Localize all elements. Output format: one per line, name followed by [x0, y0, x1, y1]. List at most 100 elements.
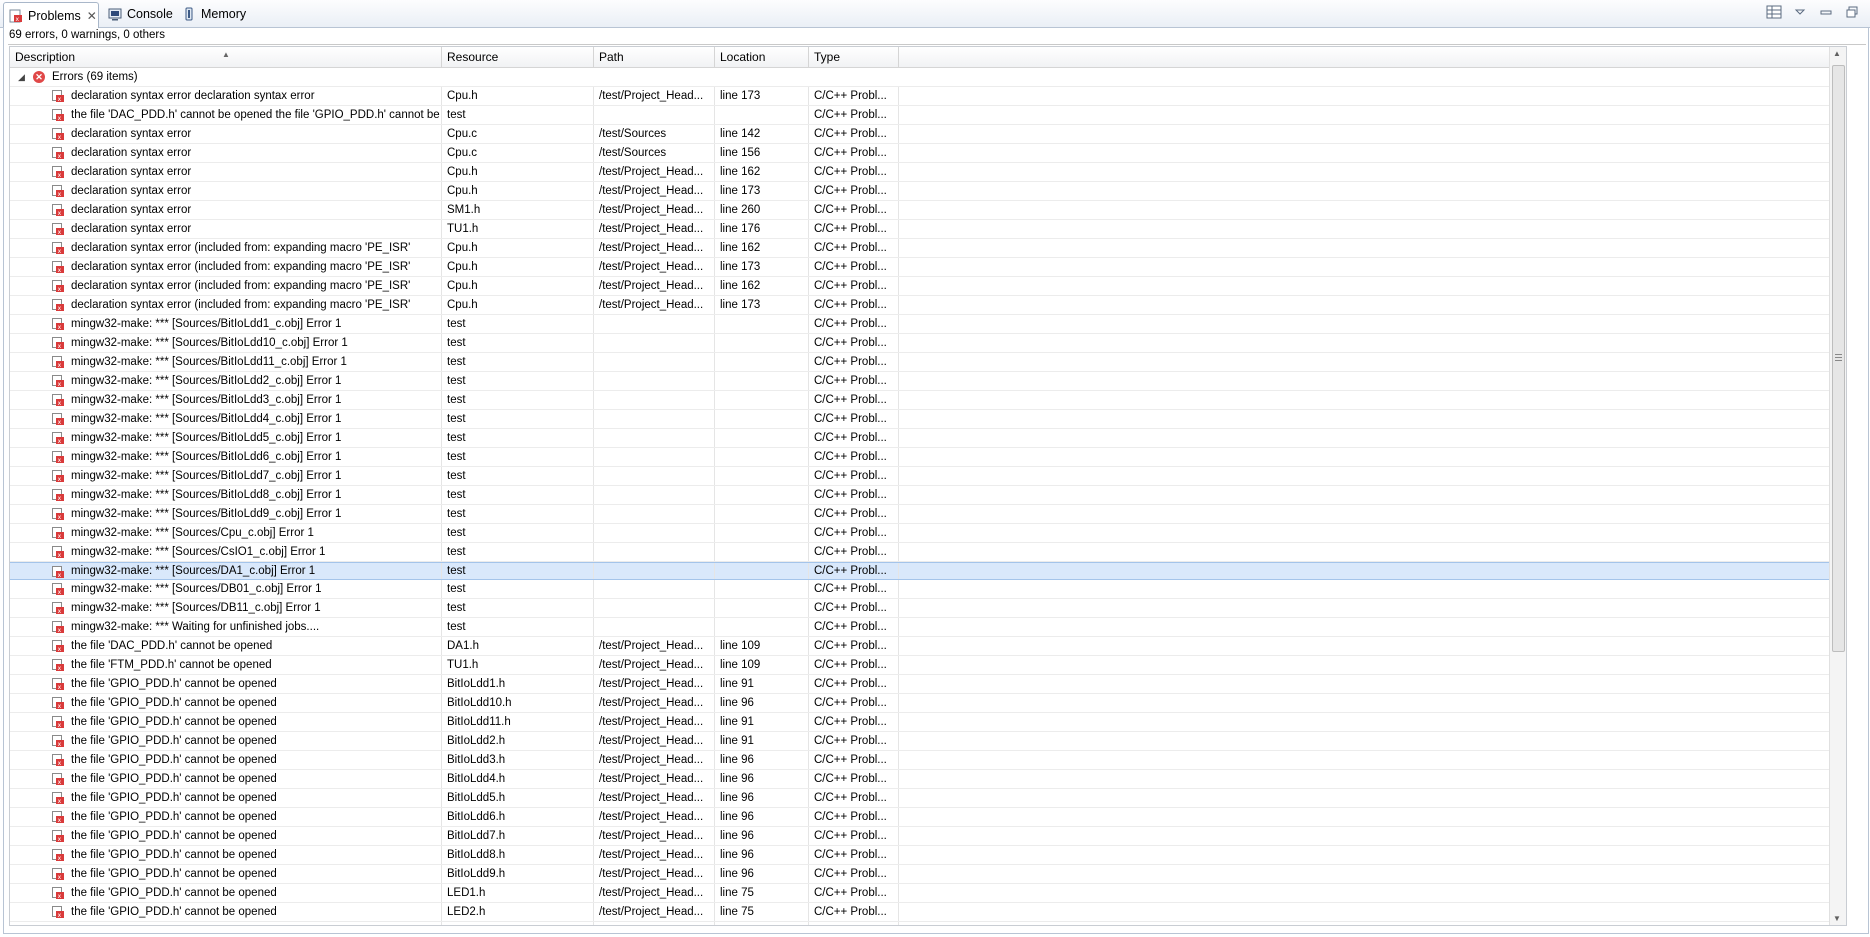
table-row[interactable]: x mingw32-make: *** [Sources/BitIoLdd8_c.…	[10, 486, 1846, 505]
cell-type: C/C++ Probl...	[809, 239, 899, 257]
cell-location: line 91	[715, 732, 809, 750]
table-row[interactable]: x the file 'GPIO_PDD.h' cannot be opened B…	[10, 770, 1846, 789]
problems-summary: 69 errors, 0 warnings, 0 others	[9, 29, 165, 41]
error-marker-icon: x	[52, 508, 64, 521]
table-row[interactable]: x the file 'GPIO_PDD.h' cannot be opened B…	[10, 865, 1846, 884]
problem-description: the file 'GPIO_PDD.h' cannot be opened	[71, 678, 277, 690]
table-row[interactable]: x the file 'GPIO_PDD.h' cannot be opened B…	[10, 675, 1846, 694]
cell-path	[594, 543, 715, 561]
error-marker-icon: x	[52, 128, 64, 141]
tab-console-label: Console	[127, 7, 173, 21]
table-row[interactable]: x the file 'GPIO_PDD.h' cannot be opened B…	[10, 846, 1846, 865]
table-row[interactable]: x the file 'DAC_PDD.h' cannot be opened t…	[10, 106, 1846, 125]
table-row[interactable]: x mingw32-make: *** Waiting for unfinishe…	[10, 618, 1846, 637]
tab-console[interactable]: Console	[108, 2, 178, 26]
minimize-icon[interactable]	[1818, 4, 1834, 20]
cell-type: C/C++ Probl...	[809, 448, 899, 466]
problem-description: the file 'GPIO_PDD.h' cannot be opened	[71, 868, 277, 880]
collapse-icon[interactable]: ◢	[18, 68, 25, 86]
cell-description: x declaration syntax error (included from…	[10, 277, 442, 295]
maximize-icon[interactable]	[1844, 4, 1860, 20]
cell-type: C/C++ Probl...	[809, 751, 899, 769]
svg-text:x: x	[16, 16, 20, 23]
column-header-description[interactable]: Description ▲	[10, 47, 442, 67]
table-row[interactable]: x declaration syntax error Cpu.c/test/Sour…	[10, 125, 1846, 144]
table-row[interactable]: x the file 'GPIO_PDD.h' cannot be opened B…	[10, 713, 1846, 732]
table-row[interactable]: x the file 'DAC_PDD.h' cannot be opened DA…	[10, 637, 1846, 656]
table-row[interactable]: x mingw32-make: *** [Sources/BitIoLdd2_c.…	[10, 372, 1846, 391]
table-row[interactable]: x the file 'GPIO_PDD.h' cannot be opened B…	[10, 808, 1846, 827]
table-row[interactable]: x declaration syntax error (included from…	[10, 277, 1846, 296]
table-row[interactable]: x declaration syntax error Cpu.h/test/Proj…	[10, 163, 1846, 182]
table-row[interactable]: x declaration syntax error Cpu.c/test/Sour…	[10, 144, 1846, 163]
table-row[interactable]: x the file 'GPIO_PDD.h' cannot be opened B…	[10, 789, 1846, 808]
error-group-label: Errors (69 items)	[52, 71, 138, 83]
table-row[interactable]: x the file 'GPIO_PDD.h' cannot be opened B…	[10, 827, 1846, 846]
cell-description: x mingw32-make: *** [Sources/BitIoLdd10_c…	[10, 334, 442, 352]
error-marker-icon: x	[52, 356, 64, 369]
cell-type: C/C++ Probl...	[809, 258, 899, 276]
table-row[interactable]: x mingw32-make: *** [Sources/BitIoLdd4_c.…	[10, 410, 1846, 429]
scroll-down-icon[interactable]: ▼	[1833, 914, 1841, 923]
scroll-up-icon[interactable]: ▲	[1833, 49, 1841, 58]
tab-memory[interactable]: Memory	[182, 2, 257, 26]
table-row[interactable]: x mingw32-make: *** [Sources/DB11_c.obj] …	[10, 599, 1846, 618]
error-marker-icon: x	[52, 90, 64, 103]
table-row[interactable]: x mingw32-make: *** [Sources/BitIoLdd6_c.…	[10, 448, 1846, 467]
table-row[interactable]: x mingw32-make: *** [Sources/BitIoLdd5_c.…	[10, 429, 1846, 448]
table-row[interactable]: x the file 'GPIO_PDD.h' cannot be opened B…	[10, 694, 1846, 713]
close-icon[interactable]: ✕	[87, 9, 97, 23]
column-header-type[interactable]: Type	[809, 47, 899, 67]
table-row[interactable]: x mingw32-make: *** [Sources/BitIoLdd7_c.…	[10, 467, 1846, 486]
cell-description: x mingw32-make: *** [Sources/DA1_c.obj] E…	[10, 563, 442, 579]
cell-resource: SM1.h	[442, 201, 594, 219]
table-row[interactable]: x declaration syntax error (included from…	[10, 239, 1846, 258]
problem-description: mingw32-make: *** [Sources/BitIoLdd11_c.…	[71, 356, 347, 368]
table-row[interactable]: x the file 'GPIO_PDD.h' cannot be opened B…	[10, 732, 1846, 751]
column-header-location[interactable]: Location	[715, 47, 809, 67]
table-row[interactable]: x the file 'FTM_PDD.h' cannot be opened TU…	[10, 656, 1846, 675]
error-marker-icon: x	[52, 413, 64, 426]
cell-resource: test	[442, 563, 594, 579]
scrollbar-thumb[interactable]	[1832, 65, 1845, 652]
table-row[interactable]: x the file 'GPIO_PDD.h' cannot be opened L…	[10, 884, 1846, 903]
table-row[interactable]: x mingw32-make: *** [Sources/BitIoLdd1_c.…	[10, 315, 1846, 334]
table-row[interactable]: x declaration syntax error Cpu.h/test/Proj…	[10, 182, 1846, 201]
view-menu-icon[interactable]	[1792, 4, 1808, 20]
table-row[interactable]: x mingw32-make: *** [Sources/BitIoLdd3_c.…	[10, 391, 1846, 410]
table-row[interactable]: x the file 'GPIO_PDD.h' cannot be opened L…	[10, 903, 1846, 922]
table-row[interactable]: x the file 'GPIO_PDD.h' cannot be opened B…	[10, 751, 1846, 770]
table-row[interactable]: x the file 'GPIO_PDD.h' cannot be opened L…	[10, 922, 1846, 925]
table-row[interactable]: x declaration syntax error TU1.h/test/Proj…	[10, 220, 1846, 239]
table-row[interactable]: x mingw32-make: *** [Sources/DB01_c.obj] …	[10, 580, 1846, 599]
error-marker-icon: x	[52, 602, 64, 615]
table-row[interactable]: x mingw32-make: *** [Sources/BitIoLdd9_c.…	[10, 505, 1846, 524]
table-row[interactable]: x mingw32-make: *** [Sources/BitIoLdd10_c…	[10, 334, 1846, 353]
problem-description: mingw32-make: *** [Sources/BitIoLdd7_c.o…	[71, 470, 342, 482]
column-header-path[interactable]: Path	[594, 47, 715, 67]
table-row[interactable]: x mingw32-make: *** [Sources/CsIO1_c.obj]…	[10, 543, 1846, 562]
error-group-row[interactable]: ◢ ✕ Errors (69 items)	[10, 68, 1846, 87]
table-row[interactable]: x mingw32-make: *** [Sources/BitIoLdd11_c…	[10, 353, 1846, 372]
problem-description: mingw32-make: *** [Sources/DB01_c.obj] E…	[71, 583, 322, 595]
table-row[interactable]: x declaration syntax error declaration sy…	[10, 87, 1846, 106]
cell-resource: test	[442, 334, 594, 352]
table-row[interactable]: x declaration syntax error (included from…	[10, 258, 1846, 277]
cell-location	[715, 372, 809, 390]
table-row[interactable]: x declaration syntax error SM1.h/test/Proj…	[10, 201, 1846, 220]
tab-problems[interactable]: x Problems ✕	[3, 2, 99, 28]
problems-table[interactable]: Description ▲ Resource Path Location Typ…	[9, 46, 1847, 926]
table-row[interactable]: x mingw32-make: *** [Sources/DA1_c.obj] E…	[10, 562, 1846, 580]
table-row[interactable]: x mingw32-make: *** [Sources/Cpu_c.obj] E…	[10, 524, 1846, 543]
cell-location: line 260	[715, 201, 809, 219]
problem-description: declaration syntax error	[71, 166, 192, 178]
table-row[interactable]: x declaration syntax error (included from…	[10, 296, 1846, 315]
grip-line	[1835, 354, 1842, 355]
vertical-scrollbar[interactable]: ▲ ▼	[1829, 47, 1846, 925]
problem-description: declaration syntax error declaration syn…	[71, 90, 315, 102]
cell-description: x mingw32-make: *** [Sources/BitIoLdd5_c.…	[10, 429, 442, 447]
cell-resource: BitIoLdd8.h	[442, 846, 594, 864]
svg-text:x: x	[58, 552, 62, 558]
column-header-resource[interactable]: Resource	[442, 47, 594, 67]
columns-icon[interactable]	[1766, 4, 1782, 20]
